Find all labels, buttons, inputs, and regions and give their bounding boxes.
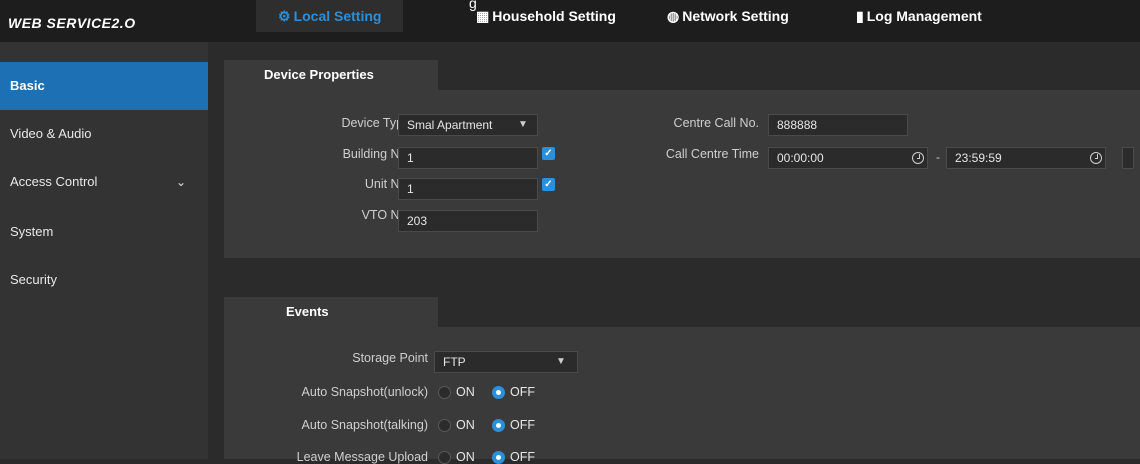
- device-properties-panel: Device Type Smal Apartment ▼ Building No…: [224, 90, 1140, 258]
- tab-household-setting-label: Household Setting: [492, 8, 616, 24]
- leave-message-upload-on-radio[interactable]: [438, 451, 451, 464]
- building-no-input[interactable]: 1: [398, 147, 538, 169]
- gear-icon: ⚙: [278, 8, 291, 24]
- sidebar-item-label: System: [10, 224, 54, 239]
- vto-no-value: 203: [407, 214, 428, 228]
- building-no-value: 1: [407, 151, 414, 165]
- sidebar-item-access-control[interactable]: Access Control ⌄: [0, 158, 208, 206]
- clock-icon[interactable]: [1090, 152, 1102, 164]
- call-centre-time-label: Call Centre Time: [665, 147, 759, 161]
- radio-off-label: OFF: [510, 418, 535, 432]
- centre-call-no-input[interactable]: 888888: [768, 114, 908, 136]
- building-no-checkbox[interactable]: ✓: [542, 147, 555, 160]
- truncated-field: [1122, 147, 1134, 169]
- events-title: Events: [286, 304, 329, 319]
- radio-off-label: OFF: [510, 450, 535, 464]
- radio-on-label: ON: [456, 418, 475, 432]
- device-type-select[interactable]: Smal Apartment: [398, 114, 538, 136]
- sidebar-item-label: Security: [10, 272, 57, 287]
- sidebar-item-label: Access Control: [10, 174, 98, 189]
- device-type-value: Smal Apartment: [407, 118, 493, 132]
- radio-on-label: ON: [456, 450, 475, 464]
- auto-snapshot-talking-label: Auto Snapshot(talking): [301, 418, 428, 432]
- tab-log-management-label: Log Management: [866, 8, 982, 24]
- auto-snapshot-unlock-label: Auto Snapshot(unlock): [301, 385, 428, 399]
- sidebar-item-security[interactable]: Security: [0, 256, 208, 304]
- tab-log-management[interactable]: ▮ Log Management: [856, 0, 982, 32]
- auto-snapshot-unlock-on-radio[interactable]: [438, 386, 451, 399]
- tab-local-setting-label: Local Setting: [293, 8, 382, 24]
- auto-snapshot-talking-off-radio[interactable]: [492, 419, 505, 432]
- events-tab: Events: [224, 297, 438, 327]
- auto-snapshot-unlock-off-radio[interactable]: [492, 386, 505, 399]
- chevron-down-icon[interactable]: ⌄: [176, 158, 186, 206]
- sidebar-item-system[interactable]: System: [0, 208, 208, 256]
- call-centre-time-start-value: 00:00:00: [777, 151, 824, 165]
- centre-call-no-label: Centre Call No.: [673, 116, 759, 130]
- call-centre-time-end-input[interactable]: 23:59:59: [946, 147, 1106, 169]
- time-range-separator: -: [936, 150, 940, 164]
- building-no-label: Building No.: [342, 147, 410, 161]
- vto-no-input[interactable]: 203: [398, 210, 538, 232]
- storage-point-label: Storage Point: [352, 351, 428, 365]
- centre-call-no-value: 888888: [777, 118, 818, 132]
- caret-down-icon: ▼: [518, 119, 528, 130]
- tab-network-setting-label: Network Setting: [682, 8, 789, 24]
- sidebar-item-label: Video & Audio: [10, 126, 92, 141]
- sidebar-item-basic[interactable]: Basic: [0, 62, 208, 110]
- clock-icon[interactable]: [912, 152, 924, 164]
- leave-message-upload-label: Leave Message Upload: [296, 450, 428, 464]
- leave-message-upload-off-radio[interactable]: [492, 451, 505, 464]
- unit-no-label: Unit No.: [364, 177, 410, 191]
- unit-no-checkbox[interactable]: ✓: [542, 178, 555, 191]
- storage-point-value: FTP: [443, 355, 466, 369]
- top-header: WEB SERVICE2.O g ⚙ Local Setting ▦ House…: [0, 0, 1140, 42]
- auto-snapshot-talking-on-radio[interactable]: [438, 419, 451, 432]
- radio-off-label: OFF: [510, 385, 535, 399]
- radio-on-label: ON: [456, 385, 475, 399]
- device-type-label: Device Type: [341, 116, 410, 130]
- log-icon: ▮: [856, 8, 864, 24]
- sidebar-item-label: Basic: [10, 78, 45, 93]
- vto-no-label: VTO No.: [361, 208, 410, 222]
- sidebar-item-video-audio[interactable]: Video & Audio: [0, 110, 208, 158]
- device-properties-title: Device Properties: [264, 67, 374, 82]
- tab-network-setting[interactable]: ◍ Network Setting: [667, 0, 789, 32]
- call-centre-time-start-input[interactable]: 00:00:00: [768, 147, 928, 169]
- tab-local-setting[interactable]: ⚙ Local Setting: [256, 0, 404, 32]
- tab-household-setting[interactable]: ▦ Household Setting: [476, 0, 616, 32]
- globe-icon: ◍: [667, 8, 680, 24]
- call-centre-time-end-value: 23:59:59: [955, 151, 1002, 165]
- unit-no-input[interactable]: 1: [398, 178, 538, 200]
- unit-no-value: 1: [407, 182, 414, 196]
- app-logo: WEB SERVICE2.O: [8, 15, 136, 31]
- sidebar: Basic Video & Audio Access Control ⌄ Sys…: [0, 42, 208, 459]
- device-properties-tab: Device Properties: [224, 60, 438, 90]
- caret-down-icon: ▼: [556, 356, 566, 367]
- events-panel: Storage Point FTP ▼ Auto Snapshot(unlock…: [224, 327, 1140, 464]
- household-icon: ▦: [476, 8, 490, 24]
